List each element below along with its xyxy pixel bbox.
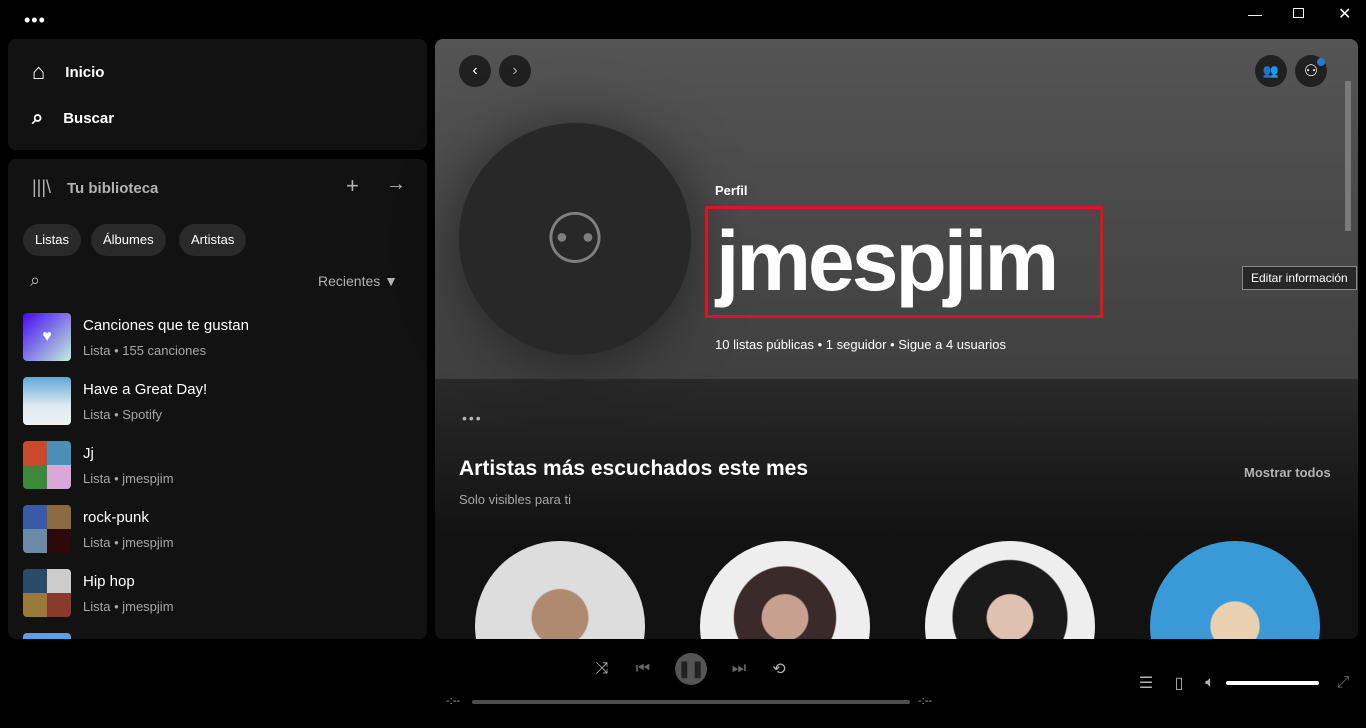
next-button[interactable]: ⏭ <box>729 659 749 679</box>
search-icon: ⌕ <box>32 107 44 129</box>
minimize-button[interactable]: — <box>1248 6 1262 22</box>
previous-button[interactable]: ⏮ <box>633 659 653 679</box>
elapsed-time: -:-- <box>446 695 461 707</box>
list-item[interactable]: Have a Great Day! Lista • Spotify <box>23 377 413 425</box>
item-subtitle: Lista • 155 canciones <box>83 343 207 358</box>
notification-dot <box>1317 58 1325 66</box>
create-playlist-button[interactable]: + <box>346 173 359 199</box>
section-title[interactable]: Artistas más escuchados este mes <box>459 457 808 481</box>
user-icon: ⚇ <box>1303 63 1319 80</box>
caret-down-icon: ▼ <box>384 273 399 289</box>
list-item[interactable]: Hip hop Lista • jmespjim <box>23 569 413 617</box>
profile-name: jmespjim <box>705 206 1103 318</box>
friend-activity-button[interactable]: 👥 <box>1255 55 1287 87</box>
home-icon: ⌂ <box>32 59 46 84</box>
chip-albumes[interactable]: Álbumes <box>91 224 166 256</box>
item-title: rock-punk <box>83 509 149 526</box>
heart-icon: ♥ <box>42 328 52 345</box>
playlist-art <box>23 505 71 553</box>
fullscreen-button[interactable]: ⤢ <box>1333 673 1353 693</box>
play-pause-button[interactable]: ❚❚ <box>675 653 707 685</box>
nav-search-label: Buscar <box>63 110 115 127</box>
playlist-art <box>23 441 71 489</box>
profile-stats: 10 listas públicas • 1 seguidor • Sigue … <box>715 337 1006 352</box>
section-subtitle: Solo visibles para ti <box>459 492 571 507</box>
nav-search[interactable]: ⌕ Buscar <box>32 107 114 130</box>
scrollbar[interactable] <box>1345 81 1351 231</box>
app-menu-button[interactable]: ••• <box>24 10 46 31</box>
item-title: Hip hop <box>83 573 135 590</box>
item-title: Jj <box>83 445 94 462</box>
avatar[interactable]: ⚇ <box>459 123 691 355</box>
queue-button[interactable]: ☰ <box>1136 673 1156 693</box>
playlist-art <box>23 633 71 639</box>
volume-icon[interactable]: 🔈︎ <box>1200 673 1220 693</box>
sort-label: Recientes <box>318 273 381 289</box>
item-subtitle: Lista • jmespjim <box>83 535 174 550</box>
library-search-button[interactable]: ⌕ <box>30 270 40 291</box>
list-item[interactable]: Jj Lista • jmespjim <box>23 441 413 489</box>
back-button[interactable]: ‹ <box>459 55 491 87</box>
liked-songs-art: ♥ <box>23 313 71 361</box>
edit-info-tooltip[interactable]: Editar información <box>1242 266 1357 290</box>
list-item[interactable]: ♥ Canciones que te gustan Lista • 155 canc… <box>23 313 413 361</box>
show-all-link[interactable]: Mostrar todos <box>1244 465 1331 480</box>
connect-device-button[interactable]: ▯ <box>1169 673 1189 693</box>
library-title[interactable]: Tu biblioteca <box>67 180 158 197</box>
volume-slider[interactable] <box>1226 681 1319 685</box>
forward-button[interactable]: › <box>499 55 531 87</box>
chip-listas[interactable]: Listas <box>23 224 81 256</box>
shuffle-button[interactable]: ⤨ <box>592 659 612 679</box>
nav-home-label: Inicio <box>65 63 105 81</box>
nav-home[interactable]: ⌂ Inicio <box>32 59 104 85</box>
profile-type: Perfil <box>715 183 748 198</box>
repeat-button[interactable]: ⟲ <box>769 659 789 679</box>
item-subtitle: Lista • jmespjim <box>83 599 174 614</box>
nav-panel: ⌂ Inicio ⌕ Buscar <box>8 39 427 150</box>
user-icon: ⚇ <box>543 200 607 278</box>
library-icon: |||\ <box>32 177 52 197</box>
close-window-button[interactable]: ✕ <box>1338 4 1351 24</box>
playlist-art <box>23 377 71 425</box>
sort-dropdown[interactable]: Recientes ▼ <box>318 273 398 289</box>
item-subtitle: Lista • Spotify <box>83 407 162 422</box>
item-title: Have a Great Day! <box>83 381 208 398</box>
expand-library-button[interactable]: → <box>386 173 406 196</box>
item-title: Canciones que te gustan <box>83 317 249 334</box>
playlist-art <box>23 569 71 617</box>
maximize-button[interactable] <box>1293 8 1304 18</box>
item-subtitle: Lista • jmespjim <box>83 471 174 486</box>
more-options-button[interactable]: ••• <box>462 410 483 426</box>
chip-artistas[interactable]: Artistas <box>179 224 247 256</box>
list-item[interactable]: rock-punk Lista • jmespjim <box>23 505 413 553</box>
progress-bar[interactable] <box>472 700 910 704</box>
duration-time: -:-- <box>918 695 933 707</box>
